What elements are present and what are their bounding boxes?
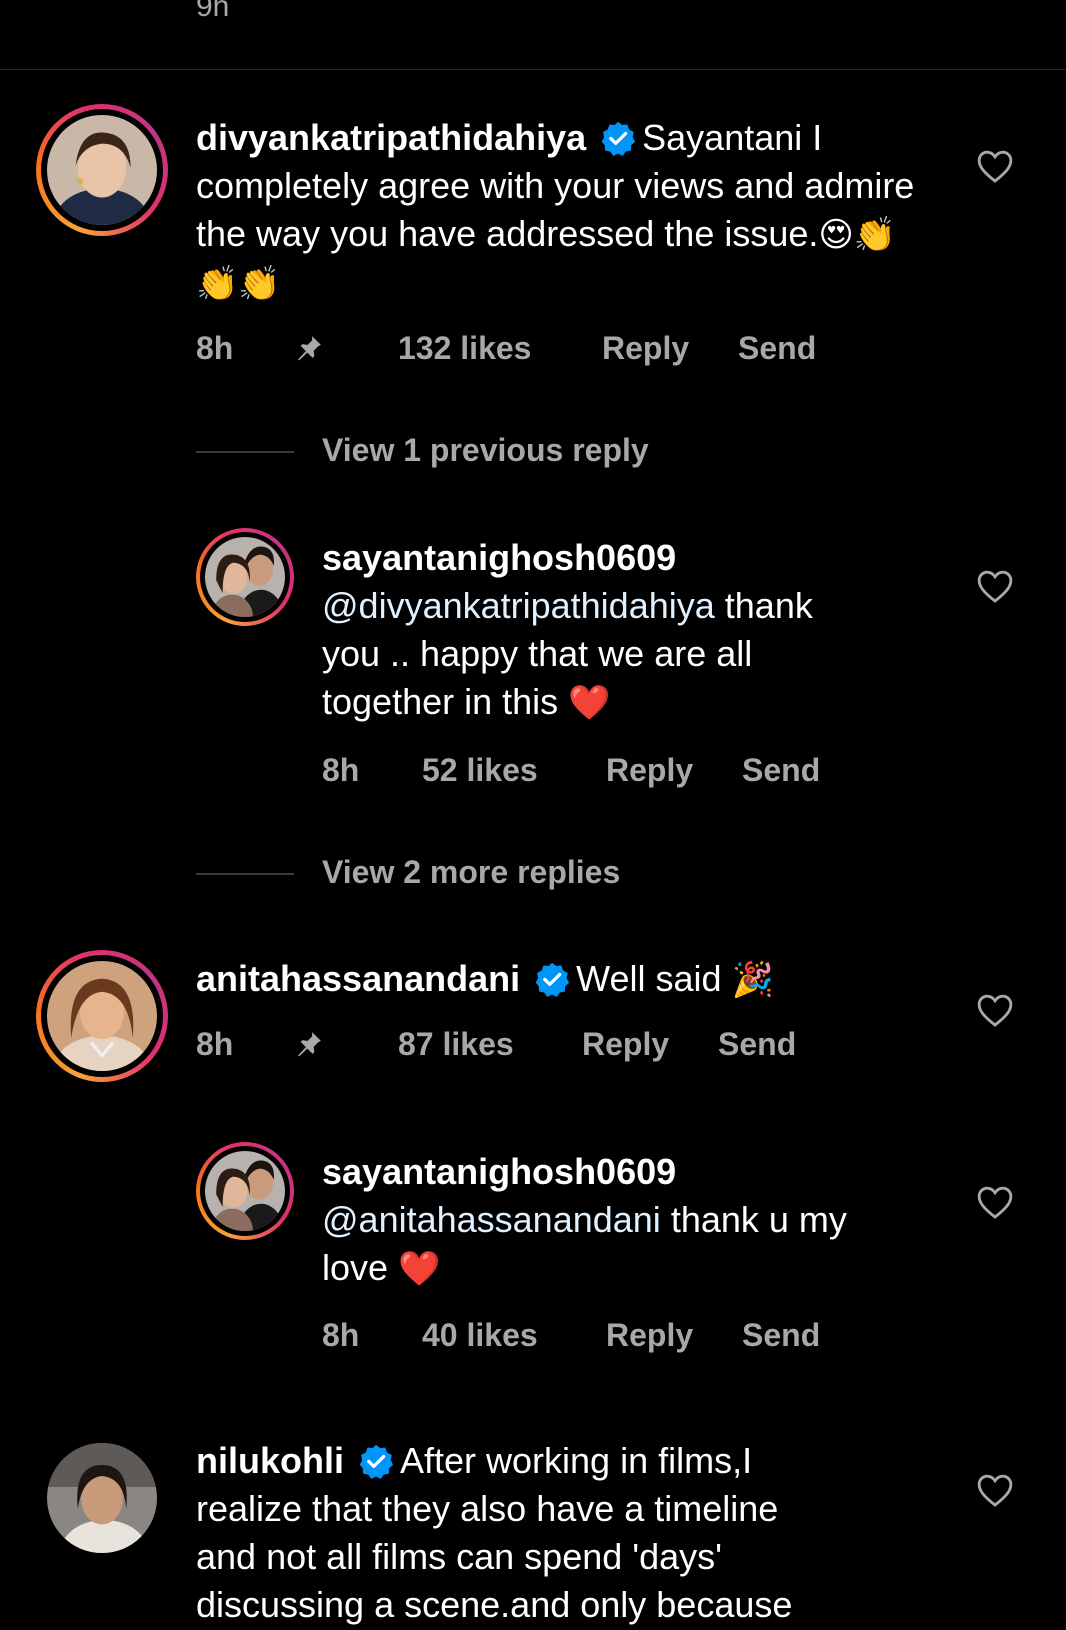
comment-text: After working in films,I [400,1440,753,1481]
verified-badge-icon [535,962,570,997]
username[interactable]: sayantanighosh0609 [322,534,942,582]
avatar [205,537,285,617]
send-button[interactable]: Send [742,752,820,789]
view-more-replies-button[interactable]: View 2 more replies [322,854,620,891]
reply-button[interactable]: Reply [606,1317,693,1354]
comment-text: thank u my [660,1199,847,1240]
verified-badge-icon [359,1444,394,1479]
pinned-icon [298,1032,321,1057]
comment-text: realize that they also have a timeline [196,1488,779,1529]
like-heart-icon[interactable] [976,1472,1014,1508]
username[interactable]: nilukohli [196,1440,344,1481]
comment-body: nilukohli After working in films,I realiz… [196,1437,936,1629]
send-button[interactable]: Send [742,1317,820,1354]
avatar [47,1443,157,1553]
reply-button[interactable]: Reply [602,330,689,367]
comment-body: sayantanighosh0609 @anitahassanandani th… [322,1148,942,1293]
reply-button[interactable]: Reply [582,1026,669,1063]
like-heart-icon[interactable] [976,148,1014,184]
comment-time: 8h [196,1026,234,1062]
avatar [205,1151,285,1231]
comment-text: together in this [322,681,559,722]
likes-count[interactable]: 52 likes [422,752,538,789]
avatar [47,115,157,225]
avatar [47,961,157,1071]
heart-emoji: ❤️ [398,1249,441,1289]
comment-text: thank [714,585,813,626]
comment-text: you .. happy that we are all [322,633,753,674]
avatar-wrapper[interactable] [36,1432,168,1564]
send-button[interactable]: Send [738,330,816,367]
reply-button[interactable]: Reply [606,752,693,789]
previous-comment-time: 9h [196,0,230,23]
likes-count[interactable]: 40 likes [422,1317,538,1354]
username[interactable]: sayantanighosh0609 [322,1148,942,1196]
comment-time: 8h [322,1317,360,1353]
username[interactable]: anitahassanandani [196,958,520,999]
likes-count[interactable]: 132 likes [398,330,531,367]
avatar-story-ring[interactable] [36,950,168,1082]
heart-emoji: ❤️ [568,683,611,723]
view-previous-replies-button[interactable]: View 1 previous reply [322,432,649,469]
like-heart-icon[interactable] [976,1184,1014,1220]
comment-text: love [322,1247,389,1288]
comment-time: 8h [196,330,234,366]
like-heart-icon[interactable] [976,992,1014,1028]
comment-text: Well said [576,958,722,999]
verified-badge-icon [601,121,636,156]
pinned-icon [298,336,321,361]
thread-line [196,451,294,453]
comment-body: divyankatripathidahiya Sayantani I comple… [196,114,936,308]
username[interactable]: divyankatripathidahiya [196,117,586,158]
comment-text: and not all films can spend 'days' [196,1536,723,1577]
comment-body: sayantanighosh0609 @divyankatripathidahi… [322,534,942,727]
avatar-story-ring[interactable] [36,104,168,236]
comment-body: anitahassanandani Well said 🎉 [196,955,936,1004]
likes-count[interactable]: 87 likes [398,1026,514,1063]
mention-link[interactable]: @divyankatripathidahiya [322,585,715,626]
avatar-story-ring[interactable] [196,1142,294,1240]
like-heart-icon[interactable] [976,568,1014,604]
send-button[interactable]: Send [718,1026,796,1063]
divider [0,69,1066,70]
avatar-story-ring[interactable] [196,528,294,626]
mention-link[interactable]: @anitahassanandani [322,1199,661,1240]
comment-text: discussing a scene.and only because [196,1584,793,1625]
comment-time: 8h [322,752,360,788]
thread-line [196,873,294,875]
party-emoji: 🎉 [731,960,774,1000]
